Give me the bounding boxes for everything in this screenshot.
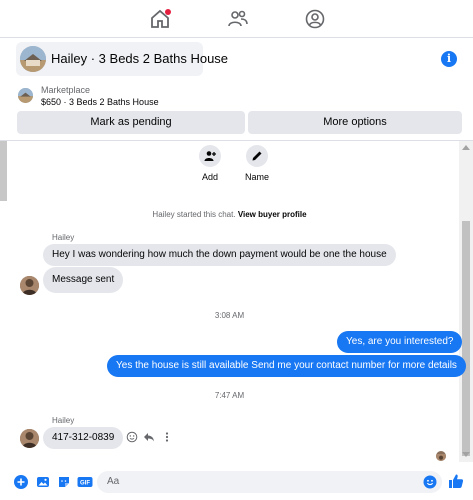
sender-name: Hailey <box>52 416 75 425</box>
chat-title: Hailey · 3 Beds 2 Baths House <box>51 51 229 66</box>
left-scroll-indicator <box>0 141 7 201</box>
timestamp: 7:47 AM <box>214 391 245 400</box>
pencil-icon[interactable] <box>246 145 268 167</box>
scroll-down-arrow[interactable] <box>462 452 470 457</box>
top-nav <box>0 0 473 38</box>
listing-title-chip[interactable]: Hailey · 3 Beds 2 Baths House <box>16 42 228 76</box>
listing-price: $650 · 3 Beds 2 Baths House <box>41 97 159 107</box>
add-label: Add <box>201 172 218 182</box>
name-action[interactable]: Name <box>235 145 279 182</box>
incoming-message[interactable]: Hey I was wondering how much the down pa… <box>43 244 396 266</box>
mark-as-pending-button[interactable]: Mark as pending <box>17 111 245 134</box>
user-circle-icon[interactable] <box>304 8 326 30</box>
read-receipt-avatar <box>436 451 446 461</box>
add-person-icon[interactable] <box>199 145 221 167</box>
reply-icon[interactable] <box>143 431 155 443</box>
message-placeholder: Aa <box>107 476 120 487</box>
plus-circle-icon[interactable] <box>14 475 28 489</box>
chat-header: Hailey · 3 Beds 2 Baths House i Marketpl… <box>0 38 473 141</box>
timestamp: 3:08 AM <box>214 311 245 320</box>
home-icon[interactable] <box>149 8 171 30</box>
add-action[interactable]: Add <box>188 145 232 182</box>
incoming-message[interactable]: Message sent <box>43 267 124 293</box>
people-icon[interactable] <box>227 8 249 30</box>
avatar[interactable] <box>20 276 39 295</box>
avatar[interactable] <box>20 429 39 448</box>
sender-name: Hailey <box>52 233 75 242</box>
chat-started-notice: Hailey started this chat. View buyer pro… <box>0 210 459 219</box>
outgoing-message[interactable]: Yes the house is still available Send me… <box>107 355 466 377</box>
name-label: Name <box>244 172 269 182</box>
photo-icon[interactable] <box>36 475 50 489</box>
emoji-react-icon[interactable] <box>126 431 138 443</box>
svg-text:GIF: GIF <box>80 481 90 487</box>
chat-started-text: Hailey started this chat. <box>152 210 236 219</box>
view-buyer-profile-link[interactable]: View buyer profile <box>238 210 307 219</box>
messenger-window: Hailey · 3 Beds 2 Baths House i Marketpl… <box>0 0 473 500</box>
marketplace-thumbnail <box>18 88 33 103</box>
scrollbar-thumb[interactable] <box>462 221 470 456</box>
gif-icon[interactable]: GIF <box>77 475 93 489</box>
thumbs-up-icon[interactable] <box>448 473 464 489</box>
listing-thumbnail <box>20 46 46 72</box>
outgoing-message[interactable]: Yes, are you interested? <box>337 331 463 353</box>
sticker-icon[interactable] <box>57 475 71 489</box>
notification-dot <box>165 9 171 15</box>
incoming-message[interactable]: 417-312-0839 <box>43 427 124 449</box>
marketplace-label: Marketplace <box>41 85 91 95</box>
message-input[interactable]: Aa <box>97 471 442 493</box>
scroll-up-arrow[interactable] <box>462 145 470 150</box>
scrollbar[interactable] <box>459 141 473 462</box>
emoji-icon[interactable] <box>423 475 437 489</box>
more-options-button[interactable]: More options <box>248 111 462 134</box>
message-composer: GIF Aa <box>0 465 473 500</box>
more-vertical-icon[interactable] <box>161 431 173 443</box>
info-icon[interactable]: i <box>441 51 457 67</box>
